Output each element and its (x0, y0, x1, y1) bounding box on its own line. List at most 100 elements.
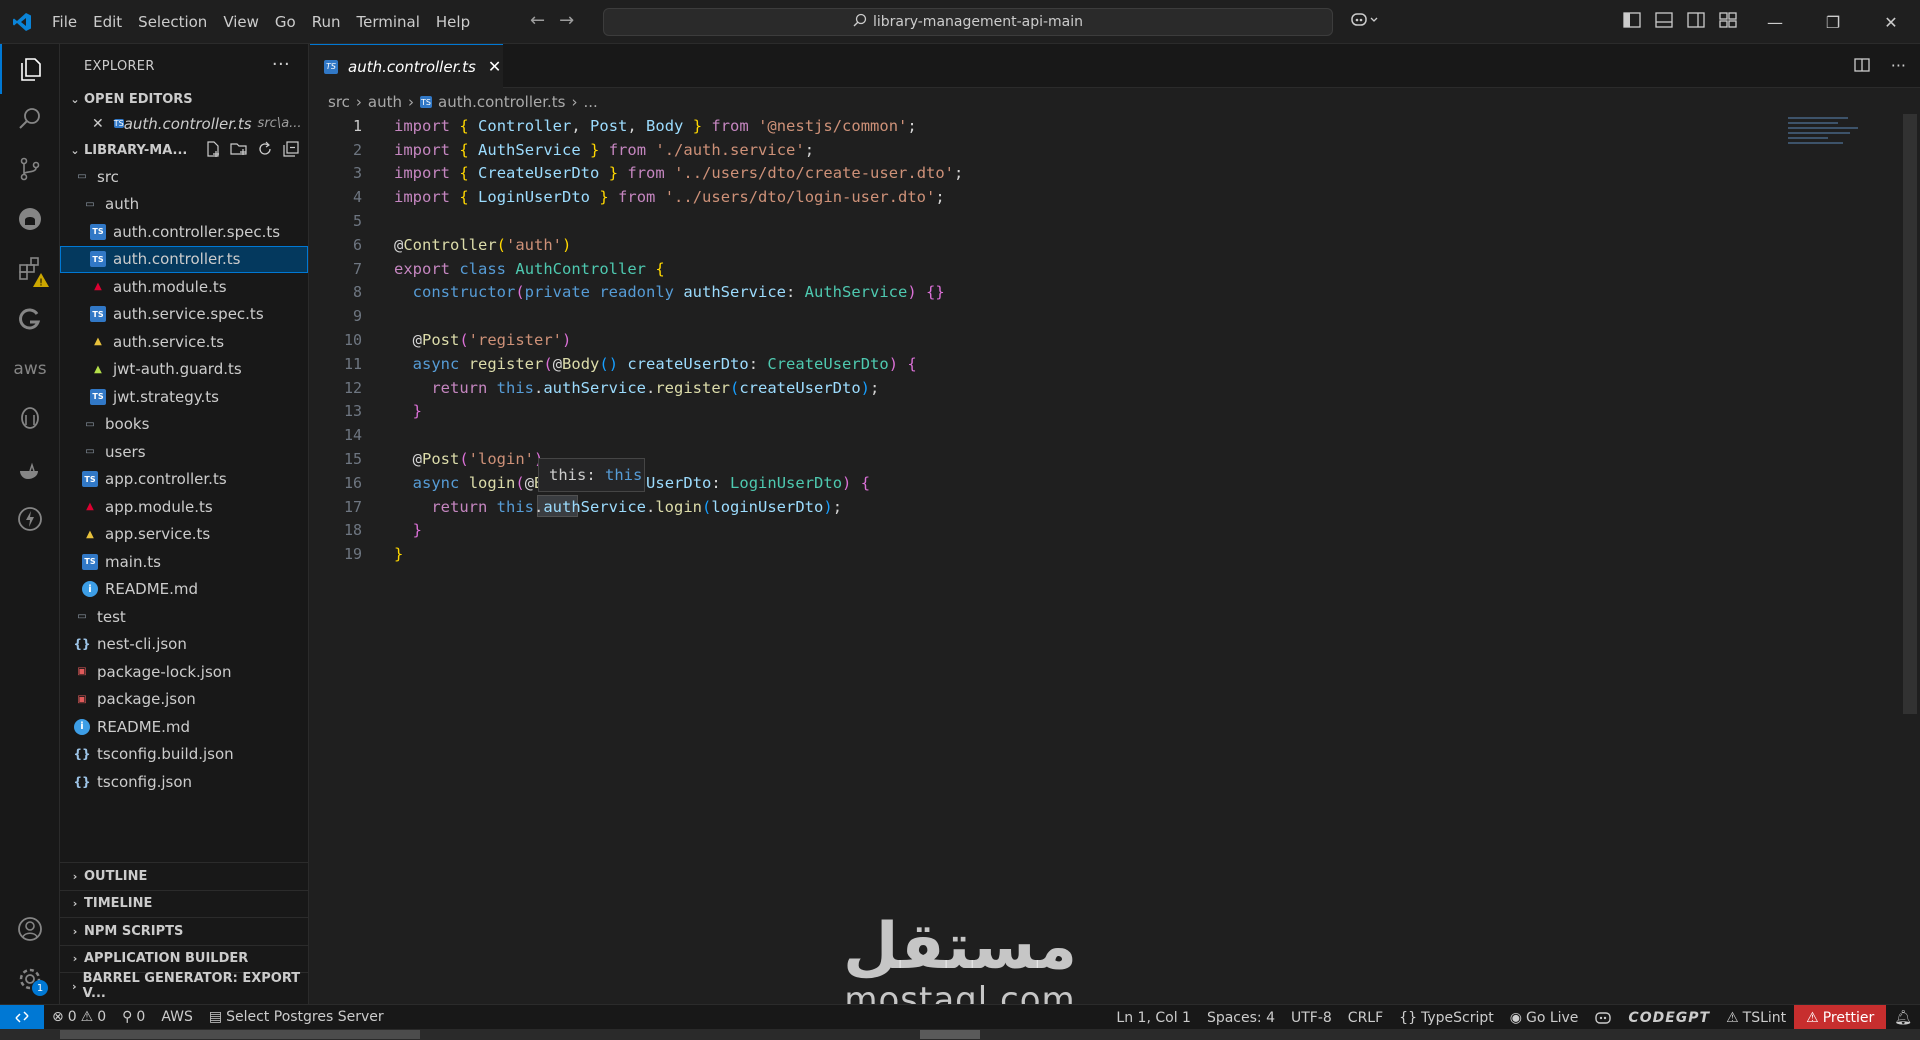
collapse-all-icon[interactable] (282, 140, 300, 158)
file-tree-item[interactable]: TS main.ts (60, 548, 308, 576)
accounts-icon[interactable] (0, 904, 60, 954)
minimize-icon[interactable]: — (1746, 0, 1804, 44)
menu-view[interactable]: View (215, 0, 267, 44)
breadcrumb-item[interactable]: auth.controller.ts (438, 93, 566, 111)
file-tree-item[interactable]: TS jwt.strategy.ts (60, 383, 308, 411)
file-tree-item[interactable]: ▭ users (60, 438, 308, 466)
restore-icon[interactable]: ❐ (1804, 0, 1862, 44)
menu-go[interactable]: Go (267, 0, 304, 44)
aws-icon[interactable]: aws (0, 344, 60, 394)
menu-edit[interactable]: Edit (85, 0, 130, 44)
new-folder-icon[interactable] (230, 140, 248, 158)
open-editors-header[interactable]: ⌄ OPEN EDITORS (60, 88, 308, 110)
hover-label: this: (549, 466, 596, 484)
customize-layout-icon[interactable] (1718, 10, 1738, 30)
forward-arrow-icon[interactable]: → (559, 10, 574, 31)
extensions-icon[interactable]: ! (0, 244, 60, 294)
file-tree-item[interactable]: ▲ auth.service.ts (60, 328, 308, 356)
close-tab-icon[interactable]: ✕ (488, 57, 501, 76)
breadcrumb-item[interactable]: ... (584, 93, 598, 111)
toggle-secondary-sidebar-icon[interactable] (1686, 10, 1706, 30)
settings-gear-icon[interactable]: 1 (0, 954, 60, 1004)
cursor-position[interactable]: Ln 1, Col 1 (1108, 1005, 1199, 1030)
workspace-root-header[interactable]: ⌄ LIBRARY-MA... (60, 137, 308, 163)
barrel-generator-section[interactable]: › BARREL GENERATOR: EXPORT V... (60, 971, 309, 1001)
problems-indicator[interactable]: ⊗ 0 ⚠ 0 (44, 1005, 114, 1030)
search-icon[interactable] (0, 94, 60, 144)
application-builder-section[interactable]: › APPLICATION BUILDER (60, 944, 309, 973)
command-center-search[interactable]: library-management-api-main (603, 8, 1333, 36)
file-tree-item[interactable]: ▲ jwt-auth.guard.ts (60, 356, 308, 384)
more-actions-icon[interactable]: ··· (272, 54, 290, 75)
lightning-icon[interactable] (0, 494, 60, 544)
menu-terminal[interactable]: Terminal (349, 0, 428, 44)
language-mode[interactable]: {} TypeScript (1391, 1005, 1502, 1030)
docker-icon[interactable] (0, 444, 60, 494)
file-tree-item[interactable]: ▲ app.service.ts (60, 521, 308, 549)
go-live-button[interactable]: ◉ Go Live (1502, 1005, 1587, 1030)
toggle-panel-icon[interactable] (1654, 10, 1674, 30)
indentation[interactable]: Spaces: 4 (1199, 1005, 1283, 1030)
new-file-icon[interactable] (204, 140, 222, 158)
tslint-status[interactable]: ⚠ TSLint (1718, 1005, 1794, 1030)
aws-status[interactable]: AWS (153, 1005, 201, 1030)
file-tree-item[interactable]: TS auth.service.spec.ts (60, 301, 308, 329)
breadcrumb-item[interactable]: src (328, 93, 350, 111)
file-tree-item[interactable]: ▣ package-lock.json (60, 658, 308, 686)
split-editor-icon[interactable] (1853, 56, 1871, 78)
file-tree-item[interactable]: i README.md (60, 576, 308, 604)
breadcrumb-item[interactable]: auth (368, 93, 402, 111)
minimap[interactable] (1788, 114, 1900, 164)
timeline-section[interactable]: › TIMELINE (60, 889, 309, 918)
editor-scrollbar[interactable] (1903, 114, 1917, 714)
code-token: class (459, 259, 507, 278)
github-icon[interactable] (0, 194, 60, 244)
prettier-status[interactable]: ⚠ Prettier (1794, 1005, 1887, 1030)
file-tree-item[interactable]: ▭ books (60, 411, 308, 439)
gitlens-icon[interactable] (0, 294, 60, 344)
file-tree-item[interactable]: ▭ auth (60, 191, 308, 219)
file-tree-item[interactable]: ▲ app.module.ts (60, 493, 308, 521)
file-tree-item[interactable]: TS app.controller.ts (60, 466, 308, 494)
copilot-status-icon[interactable] (1586, 1005, 1620, 1030)
copilot-icon[interactable] (1350, 10, 1380, 32)
code-editor[interactable]: 1 import { Controller, Post, Body } from … (310, 114, 1790, 566)
outline-section[interactable]: › OUTLINE (60, 862, 309, 890)
menu-file[interactable]: File (44, 0, 85, 44)
notifications-bell-icon[interactable]: 🔔︎ (1886, 1005, 1920, 1030)
file-tree-item[interactable]: TS auth.controller.spec.ts (60, 218, 308, 246)
back-arrow-icon[interactable]: ← (530, 10, 545, 31)
file-tree-item[interactable]: ▭ test (60, 603, 308, 631)
file-tree-item[interactable]: i README.md (60, 713, 308, 741)
menu-help[interactable]: Help (428, 0, 478, 44)
file-tree-item[interactable]: ▣ package.json (60, 686, 308, 714)
remote-indicator-icon[interactable] (0, 1004, 44, 1030)
npm-scripts-section[interactable]: › NPM SCRIPTS (60, 917, 309, 945)
postgres-status[interactable]: ▤ Select Postgres Server (201, 1005, 392, 1030)
refresh-icon[interactable] (256, 140, 274, 158)
encoding[interactable]: UTF-8 (1283, 1005, 1340, 1030)
ports-indicator[interactable]: ⚲ 0 (114, 1005, 153, 1030)
npm-package-icon: ▣ (77, 693, 87, 705)
source-control-icon[interactable] (0, 144, 60, 194)
open-editor-item[interactable]: ✕ TS auth.controller.ts src\a... (60, 110, 308, 137)
file-tree-item[interactable]: {} nest-cli.json (60, 631, 308, 659)
explorer-icon[interactable] (0, 44, 60, 94)
close-icon[interactable]: ✕ (1862, 0, 1920, 44)
menu-run[interactable]: Run (304, 0, 349, 44)
file-tree-item[interactable]: ▲ auth.module.ts (60, 273, 308, 301)
tab-auth-controller[interactable]: TS auth.controller.ts ✕ (310, 44, 503, 88)
close-editor-icon[interactable]: ✕ (92, 116, 104, 132)
menu-selection[interactable]: Selection (130, 0, 215, 44)
file-tree-item[interactable]: {} tsconfig.json (60, 768, 308, 796)
end-of-line[interactable]: CRLF (1340, 1005, 1391, 1030)
file-tree-item[interactable]: {} tsconfig.build.json (60, 741, 308, 769)
file-tree-item[interactable]: ▭ src (60, 163, 308, 191)
file-tree-item[interactable]: TS auth.controller.ts (60, 245, 308, 273)
database-icon[interactable] (0, 394, 60, 444)
codegpt-status[interactable]: CODEGPT (1620, 1005, 1718, 1030)
code-token: CreateUserDto (478, 164, 600, 183)
more-actions-icon[interactable]: ··· (1891, 56, 1906, 78)
toggle-primary-sidebar-icon[interactable] (1622, 10, 1642, 30)
